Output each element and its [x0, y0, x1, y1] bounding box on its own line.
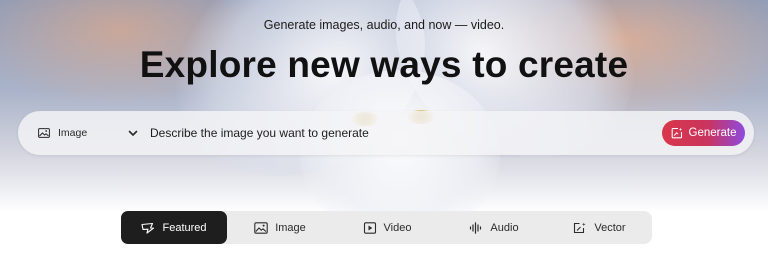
generation-type-value: Image: [58, 127, 88, 139]
prompt-bar: Image Generate: [18, 111, 754, 155]
generate-sparkle-icon: [671, 127, 682, 139]
tab-featured[interactable]: Featured: [121, 211, 227, 244]
tab-label: Featured: [162, 221, 207, 234]
tab-video[interactable]: Video: [333, 211, 441, 244]
category-tabs: Featured Image Video Audio Vector: [121, 211, 652, 244]
image-icon: [254, 221, 268, 234]
audio-waveform-icon: [470, 221, 482, 234]
chevron-down-icon: [128, 130, 138, 136]
tab-vector[interactable]: Vector: [547, 211, 652, 244]
page-title: Explore new ways to create: [139, 44, 629, 85]
hero-subtitle: Generate images, audio, and now — video.: [263, 18, 505, 32]
tab-label: Image: [275, 221, 306, 234]
vector-icon: [574, 222, 587, 233]
video-icon: [363, 221, 376, 234]
tab-label: Audio: [490, 221, 519, 234]
generate-button-label: Generate: [688, 127, 737, 139]
image-icon: [38, 128, 50, 138]
tab-image[interactable]: Image: [227, 211, 333, 244]
tab-label: Vector: [594, 221, 626, 234]
generation-type-select[interactable]: Image: [38, 111, 138, 155]
generate-button[interactable]: Generate: [662, 120, 745, 146]
prompt-input[interactable]: [150, 111, 630, 155]
featured-icon: [141, 222, 155, 234]
tab-label: Video: [383, 221, 412, 234]
tab-audio[interactable]: Audio: [441, 211, 547, 244]
